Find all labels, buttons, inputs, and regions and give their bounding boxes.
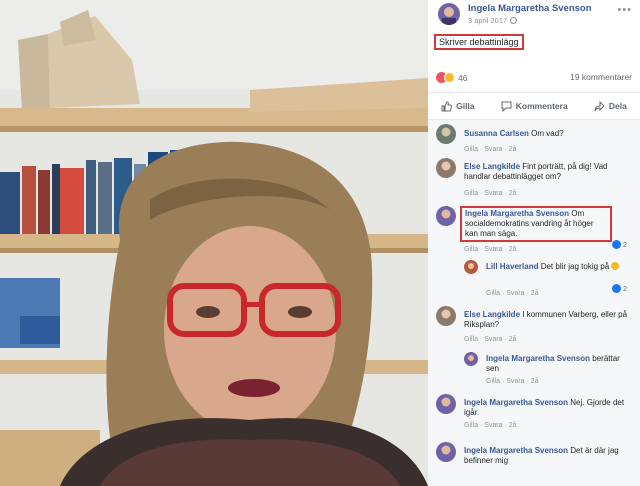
comment-item: Ingela Margaretha Svenson Om socialdemok… bbox=[436, 206, 636, 256]
comment-meta[interactable]: Gilla · Svara · 2å bbox=[464, 336, 517, 343]
comments-list: Susanna Carlsen Om vad? Gilla · Svara · … bbox=[428, 120, 640, 486]
reply-item: Ingela Margaretha Svenson berättar sen G… bbox=[464, 352, 636, 392]
like-label: Gilla bbox=[456, 101, 475, 111]
commenter-name[interactable]: Ingela Margaretha Svenson bbox=[464, 446, 568, 455]
author-name[interactable]: Ingela Margaretha Svenson bbox=[468, 3, 592, 14]
comments-count[interactable]: 19 kommentarer bbox=[570, 72, 632, 82]
comment-body: Susanna Carlsen Om vad? bbox=[464, 129, 634, 139]
comment-item: Ingela Margaretha Svenson Det är där jag… bbox=[436, 442, 636, 482]
commenter-avatar[interactable] bbox=[436, 158, 456, 178]
emoji-icon bbox=[611, 262, 620, 270]
commenter-name[interactable]: Lill Haverland bbox=[486, 262, 538, 271]
reply-item: Lill Haverland Det blir jag tokig på 2 G… bbox=[464, 260, 636, 300]
comment-like-count[interactable]: 2 bbox=[612, 284, 627, 293]
commenter-name[interactable]: Ingela Margaretha Svenson bbox=[464, 398, 568, 407]
comment-button[interactable]: Kommentera bbox=[501, 101, 568, 112]
like-count-text: 2 bbox=[623, 242, 627, 249]
like-count-text: 2 bbox=[623, 286, 627, 293]
post-text: Skriver debattinlägg bbox=[434, 34, 524, 50]
selfie-image bbox=[0, 0, 428, 486]
comment-item: Ingela Margaretha Svenson Nej. Gjorde de… bbox=[436, 394, 636, 440]
commenter-avatar[interactable] bbox=[464, 260, 478, 274]
like-icon bbox=[612, 240, 621, 249]
comment-item: Else Langkilde I kommunen Varberg, eller… bbox=[436, 306, 636, 352]
comment-meta[interactable]: Gilla · Svara · 2å bbox=[464, 246, 517, 253]
comment-meta[interactable]: Gilla · Svara · 2å bbox=[464, 190, 517, 197]
commenter-name[interactable]: Ingela Margaretha Svenson bbox=[465, 209, 569, 218]
comment-text: Om vad? bbox=[531, 129, 564, 138]
comment-label: Kommentera bbox=[515, 101, 568, 111]
comment-body: Ingela Margaretha Svenson berättar sen bbox=[486, 354, 626, 374]
commenter-avatar[interactable] bbox=[436, 206, 456, 226]
commenter-name[interactable]: Else Langkilde bbox=[464, 162, 520, 171]
like-icon bbox=[612, 284, 621, 293]
author-avatar[interactable] bbox=[438, 3, 460, 25]
commenter-name[interactable]: Ingela Margaretha Svenson bbox=[486, 354, 590, 363]
post-date: 3 april 2017 bbox=[468, 16, 518, 25]
post-photo[interactable] bbox=[0, 0, 428, 486]
post-date-text[interactable]: 3 april 2017 bbox=[468, 16, 507, 25]
like-button[interactable]: Gilla bbox=[441, 100, 475, 112]
reactions-row: 46 19 kommentarer bbox=[436, 72, 632, 88]
ellipsis-icon[interactable]: ••• bbox=[617, 4, 632, 16]
comment-meta[interactable]: Gilla · Svara · 2å bbox=[464, 146, 517, 153]
wow-reaction-icon bbox=[444, 72, 455, 83]
share-icon bbox=[594, 100, 605, 111]
commenter-avatar[interactable] bbox=[436, 306, 456, 326]
comment-icon bbox=[501, 101, 512, 112]
commenter-name[interactable]: Susanna Carlsen bbox=[464, 129, 529, 138]
comment-body: Else Langkilde I kommunen Varberg, eller… bbox=[464, 310, 634, 330]
comment-body: Ingela Margaretha Svenson Nej. Gjorde de… bbox=[464, 398, 634, 418]
comment-like-count[interactable]: 2 bbox=[612, 240, 627, 249]
share-button[interactable]: Dela bbox=[594, 100, 627, 112]
comment-body: Ingela Margaretha Svenson Det är där jag… bbox=[464, 446, 634, 466]
globe-icon bbox=[510, 17, 518, 24]
comment-text: Det blir jag tokig på bbox=[540, 262, 610, 271]
commenter-avatar[interactable] bbox=[436, 442, 456, 462]
comment-body: Ingela Margaretha Svenson Om socialdemok… bbox=[460, 206, 612, 242]
thumbs-up-icon bbox=[441, 100, 453, 111]
commenter-avatar[interactable] bbox=[436, 124, 456, 144]
comment-body: Lill Haverland Det blir jag tokig på bbox=[486, 262, 626, 272]
comment-item: Else Langkilde Fint porträtt, på dig! Va… bbox=[436, 158, 636, 202]
commenter-avatar[interactable] bbox=[464, 352, 478, 366]
comment-body: Else Langkilde Fint porträtt, på dig! Va… bbox=[464, 162, 634, 182]
comment-meta[interactable]: Gilla · Svara · 2å bbox=[486, 378, 539, 385]
post-header: Ingela Margaretha Svenson 3 april 2017 •… bbox=[428, 0, 640, 30]
action-bar: Gilla Kommentera Dela bbox=[428, 92, 640, 120]
commenter-avatar[interactable] bbox=[436, 394, 456, 414]
commenter-name[interactable]: Else Langkilde bbox=[464, 310, 520, 319]
comment-meta[interactable]: Gilla · Svara · 2å bbox=[486, 290, 539, 297]
reactions-count[interactable]: 46 bbox=[458, 73, 467, 83]
comment-item: Susanna Carlsen Om vad? Gilla · Svara · … bbox=[436, 124, 636, 158]
comment-meta[interactable]: Gilla · Svara · 2å bbox=[464, 422, 517, 429]
share-label: Dela bbox=[608, 101, 627, 111]
post-sidebar: Ingela Margaretha Svenson 3 april 2017 •… bbox=[428, 0, 640, 486]
